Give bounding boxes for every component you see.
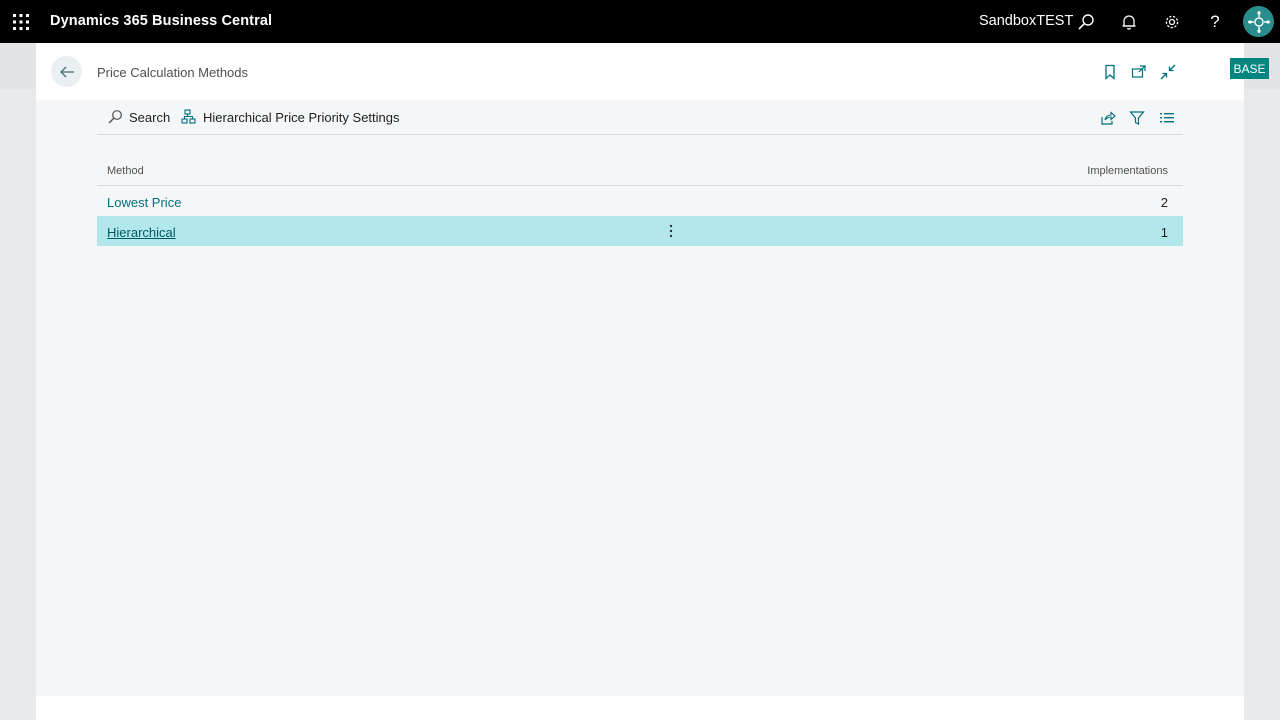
hierarchy-icon <box>181 109 197 125</box>
environment-name[interactable]: SandboxTEST <box>979 13 1073 29</box>
app-bar: Dynamics 365 Business Central SandboxTES… <box>0 0 1280 43</box>
search-icon <box>107 109 123 125</box>
table-row[interactable]: Hierarchical 1 <box>97 216 1183 246</box>
collapse-icon[interactable] <box>1159 63 1177 81</box>
gear-icon[interactable] <box>1161 11 1183 33</box>
waffle-icon[interactable] <box>12 13 30 31</box>
methods-list: Method Implementations Lowest Price 2 Hi… <box>97 155 1183 246</box>
more-options-icon[interactable] <box>665 222 677 240</box>
page-title: Price Calculation Methods <box>97 65 249 80</box>
list-header: Method Implementations <box>97 155 1183 186</box>
avatar[interactable] <box>1243 6 1274 37</box>
share-icon[interactable] <box>1099 109 1117 127</box>
hierarchical-price-priority-settings-action[interactable]: Hierarchical Price Priority Settings <box>181 109 400 125</box>
table-row[interactable]: Lowest Price 2 <box>97 186 1183 216</box>
app-title[interactable]: Dynamics 365 Business Central <box>50 13 272 29</box>
method-link[interactable]: Lowest Price <box>107 195 181 210</box>
search-action-label: Search <box>129 109 171 125</box>
help-icon[interactable]: ? <box>1204 11 1226 33</box>
priority-settings-label: Hierarchical Price Priority Settings <box>203 109 400 125</box>
bookmark-icon[interactable] <box>1101 63 1119 81</box>
environment-badge: BASE <box>1230 58 1269 79</box>
page-header: Price Calculation Methods <box>36 43 1244 100</box>
page-footer <box>36 696 1244 720</box>
column-header-implementations[interactable]: Implementations <box>1087 165 1168 177</box>
action-bar: Search Hierarchical Price Priority Setti… <box>97 100 1183 135</box>
method-link[interactable]: Hierarchical <box>107 225 176 240</box>
implementations-count: 2 <box>1160 195 1168 210</box>
back-button[interactable] <box>51 56 82 87</box>
search-icon[interactable] <box>1075 11 1097 33</box>
column-header-method[interactable]: Method <box>107 165 144 177</box>
open-new-window-icon[interactable] <box>1130 63 1148 81</box>
search-action[interactable]: Search <box>107 109 170 125</box>
filter-icon[interactable] <box>1128 109 1146 127</box>
bell-icon[interactable] <box>1118 11 1140 33</box>
implementations-count: 1 <box>1160 225 1168 240</box>
page-panel: Price Calculation Methods Search Hierarc… <box>36 43 1244 720</box>
list-view-icon[interactable] <box>1158 109 1176 127</box>
